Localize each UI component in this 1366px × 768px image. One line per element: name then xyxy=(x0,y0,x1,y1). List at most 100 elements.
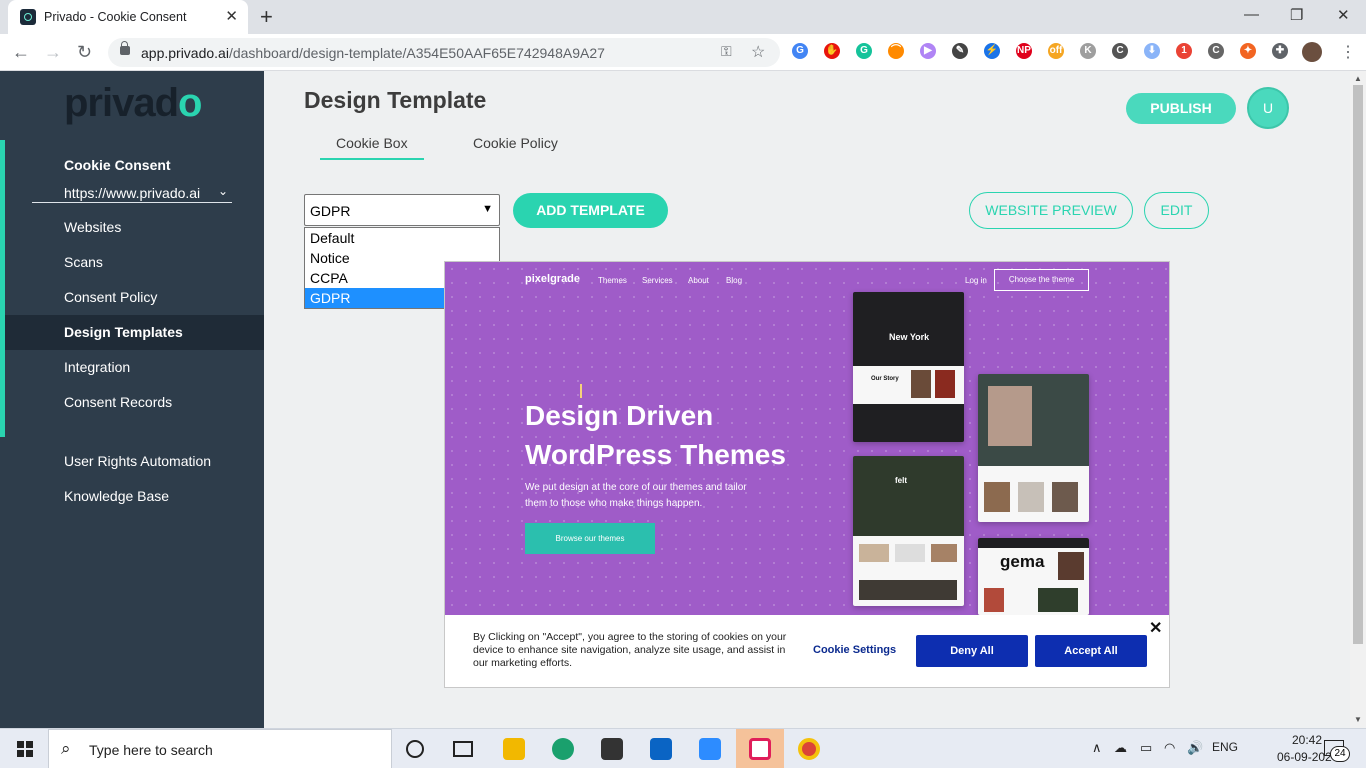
key-icon[interactable]: ⚿ xyxy=(721,43,732,60)
slack-icon[interactable] xyxy=(749,738,771,760)
onedrive-icon[interactable]: ☁ xyxy=(1114,740,1127,756)
browser-menu-icon[interactable]: ⋮ xyxy=(1340,42,1356,62)
cc-extension-icon[interactable]: C xyxy=(1208,43,1224,59)
window-close-icon[interactable]: ✕ xyxy=(1337,6,1350,24)
taskbar-search-box[interactable]: ⌕ Type here to search xyxy=(48,729,392,768)
thumbnail-strip xyxy=(978,466,1089,522)
restore-icon[interactable]: ❐ xyxy=(1290,6,1303,24)
chevron-down-icon: ⌄ xyxy=(217,184,228,198)
language-indicator[interactable]: ENG xyxy=(1212,740,1238,754)
profile-avatar-icon[interactable] xyxy=(1302,42,1322,62)
privado-logo: privado xyxy=(64,81,203,126)
coupon-extension-icon[interactable]: off xyxy=(1048,43,1064,59)
tab-title: Privado - Cookie Consent xyxy=(44,10,187,24)
grammarly-extension-icon[interactable]: G xyxy=(856,43,872,59)
volume-icon[interactable]: 🔊 xyxy=(1187,740,1203,756)
bolt-extension-icon[interactable]: ⚡ xyxy=(984,43,1000,59)
zoom-icon[interactable] xyxy=(699,738,721,760)
chrome-icon[interactable] xyxy=(798,738,820,760)
k-extension-icon[interactable]: K xyxy=(1080,43,1096,59)
puzzle-extension-icon[interactable]: ✚ xyxy=(1272,43,1288,59)
cast-extension-icon[interactable]: 1 xyxy=(1176,43,1192,59)
sidebar-item-label: User Rights Automation xyxy=(64,453,212,469)
lock-icon[interactable] xyxy=(120,41,130,55)
new-tab-icon[interactable]: + xyxy=(260,4,273,30)
preview-nav-item: About xyxy=(688,276,709,285)
colorful-extension-icon[interactable]: ⌒ xyxy=(888,43,904,59)
cookie-settings-link[interactable]: Cookie Settings xyxy=(813,644,896,656)
edit-button[interactable]: EDIT xyxy=(1144,192,1209,229)
thumbnail-label: New York xyxy=(889,332,930,342)
thumbnail-photo xyxy=(984,588,1004,612)
orange-extension-icon[interactable]: ✦ xyxy=(1240,43,1256,59)
forward-icon[interactable]: → xyxy=(44,42,62,63)
sidebar-item-label: Integration xyxy=(64,359,131,375)
theme-thumbnail xyxy=(978,374,1089,522)
preview-nav-item: Services xyxy=(642,276,673,285)
preview-hero: pixelgrade Themes Services About Blog Lo… xyxy=(445,262,1169,615)
privado-favicon-icon xyxy=(20,9,36,25)
dropdown-option-default[interactable]: Default xyxy=(305,228,499,248)
minimize-icon[interactable]: — xyxy=(1244,6,1259,23)
cookie-close-icon[interactable]: ✕ xyxy=(1149,618,1162,638)
tab-cookie-policy[interactable]: Cookie Policy xyxy=(473,135,558,158)
cookie-banner: By Clicking on "Accept", you agree to th… xyxy=(445,615,1169,687)
url-text[interactable]: app.privado.ai/dashboard/design-template… xyxy=(141,45,605,61)
tray-chevron-icon[interactable]: ∧ xyxy=(1092,740,1102,756)
publish-button[interactable]: PUBLISH xyxy=(1126,93,1236,124)
accept-all-button[interactable]: Accept All xyxy=(1035,635,1147,667)
website-preview-button[interactable]: WEBSITE PREVIEW xyxy=(969,192,1133,229)
url-bar[interactable]: app.privado.ai/dashboard/design-template… xyxy=(108,38,780,67)
add-template-button[interactable]: ADD TEMPLATE xyxy=(513,193,668,228)
deny-all-button[interactable]: Deny All xyxy=(916,635,1028,667)
wifi-icon[interactable]: ◠ xyxy=(1164,740,1175,756)
preview-subtext: We put design at the core of our themes … xyxy=(525,482,747,509)
file-explorer-icon[interactable] xyxy=(503,738,525,760)
reload-icon[interactable]: ↻ xyxy=(77,42,92,63)
windows-start-icon[interactable] xyxy=(17,741,33,757)
video-extension-icon[interactable]: ▶ xyxy=(920,43,936,59)
avatar[interactable]: U xyxy=(1247,87,1289,129)
scroll-down-icon[interactable]: ▼ xyxy=(1354,715,1362,724)
clock-time[interactable]: 20:42 xyxy=(1292,733,1322,747)
browser-tab-strip: Privado - Cookie Consent ✕ + — ❐ ✕ xyxy=(0,0,1366,34)
sidebar-item-label: Scans xyxy=(64,254,103,270)
preview-browse-button: Browse our themes xyxy=(525,523,655,554)
task-view-icon[interactable] xyxy=(453,741,473,757)
cortana-icon[interactable] xyxy=(406,740,424,758)
sidebar-section-title: Cookie Consent xyxy=(64,157,171,173)
mail-icon[interactable] xyxy=(650,738,672,760)
preview-choose-button: Choose the theme xyxy=(994,269,1089,291)
preview-nav-item: Themes xyxy=(598,276,627,285)
c-ext-extension-icon[interactable]: C xyxy=(1112,43,1128,59)
scrollbar-thumb[interactable] xyxy=(1353,85,1363,644)
sidebar-item-knowledge-base[interactable]: Knowledge Base xyxy=(5,479,264,514)
tab-close-icon[interactable]: ✕ xyxy=(225,7,238,25)
sidebar-item-integration[interactable]: Integration xyxy=(5,350,264,385)
browser-tab[interactable]: Privado - Cookie Consent ✕ xyxy=(8,0,248,34)
back-icon[interactable]: ← xyxy=(12,42,30,63)
download-extension-icon[interactable]: ⬇ xyxy=(1144,43,1160,59)
thumbnail-strip: Our Story xyxy=(853,366,964,404)
np-extension-icon[interactable]: NP xyxy=(1016,43,1032,59)
template-select[interactable]: GDPR ▼ xyxy=(304,194,500,226)
sidebar-item-websites[interactable]: Websites xyxy=(5,210,264,245)
site-select[interactable]: https://www.privado.ai ⌄ xyxy=(32,183,232,203)
sidebar-item-design-templates[interactable]: Design Templates xyxy=(5,315,264,350)
sidebar-item-consent-policy[interactable]: Consent Policy xyxy=(5,280,264,315)
site-select-value: https://www.privado.ai xyxy=(64,185,201,201)
battery-icon[interactable]: ▭ xyxy=(1140,740,1152,756)
store-icon[interactable] xyxy=(601,738,623,760)
scroll-up-icon[interactable]: ▲ xyxy=(1354,74,1362,83)
sidebar-item-scans[interactable]: Scans xyxy=(5,245,264,280)
google-translate-extension-icon[interactable]: G xyxy=(792,43,808,59)
adblock-extension-icon[interactable]: ✋ xyxy=(824,43,840,59)
edge-icon[interactable] xyxy=(552,738,574,760)
bookmark-star-icon[interactable]: ☆ xyxy=(751,42,765,62)
dropper-extension-icon[interactable]: ✎ xyxy=(952,43,968,59)
sidebar-item-consent-records[interactable]: Consent Records xyxy=(5,385,264,420)
tab-cookie-box[interactable]: Cookie Box xyxy=(320,135,424,160)
notification-count: 24 xyxy=(1330,746,1350,762)
page-scrollbar[interactable]: ▲ ▼ xyxy=(1350,71,1366,728)
sidebar-item-user-rights-automation[interactable]: User Rights Automation xyxy=(5,444,264,479)
